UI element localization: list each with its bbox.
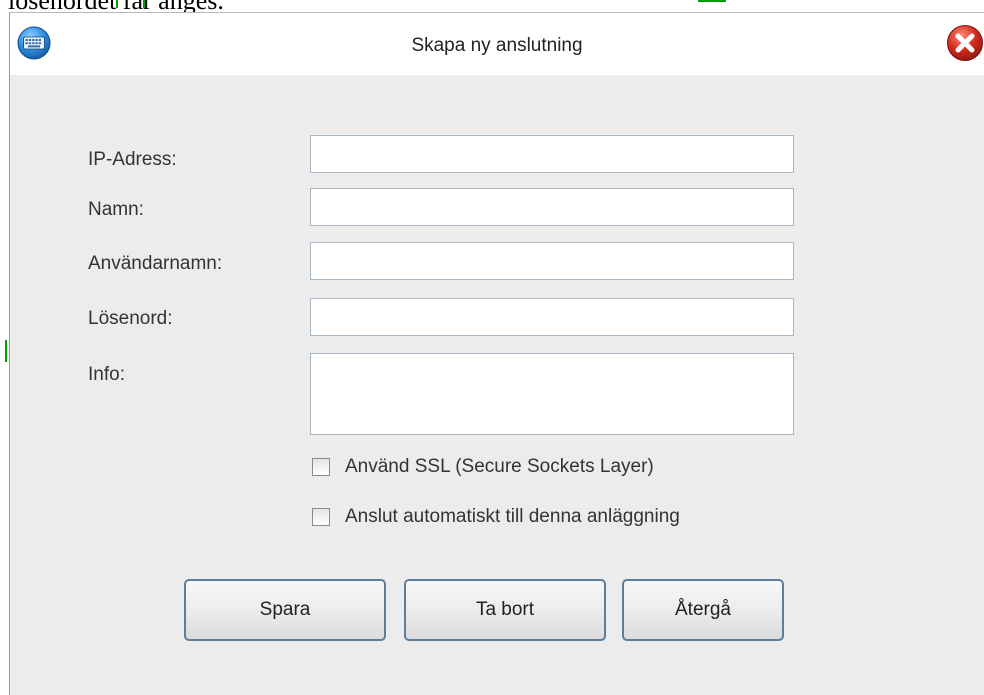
ip-address-label: IP-Adress: <box>88 149 177 170</box>
ssl-checkbox-row[interactable]: Använd SSL (Secure Sockets Layer) <box>312 453 654 481</box>
dialog-title: Skapa ny anslutning <box>411 35 583 56</box>
green-marker <box>698 0 726 2</box>
green-marker <box>116 0 118 8</box>
info-textarea[interactable] <box>310 353 794 435</box>
auto-connect-checkbox[interactable] <box>312 508 330 526</box>
name-input[interactable] <box>310 188 794 226</box>
name-label: Namn: <box>88 199 144 220</box>
auto-connect-checkbox-label: Anslut automatiskt till denna anläggning <box>345 506 680 527</box>
ssl-checkbox-label: Använd SSL (Secure Sockets Layer) <box>345 456 654 477</box>
auto-connect-checkbox-row[interactable]: Anslut automatiskt till denna anläggning <box>312 503 680 531</box>
password-input[interactable] <box>310 298 794 336</box>
ssl-checkbox[interactable] <box>312 458 330 476</box>
close-icon[interactable] <box>946 24 984 62</box>
username-label: Användarnamn: <box>88 253 223 274</box>
ip-address-input[interactable] <box>310 135 794 173</box>
dialog-titlebar: Skapa ny anslutning <box>10 13 984 75</box>
back-button[interactable]: Återgå <box>622 579 784 641</box>
info-label: Info: <box>88 364 125 385</box>
password-label: Lösenord: <box>88 308 173 329</box>
username-input[interactable] <box>310 242 794 280</box>
screenshot-page: lösenordet får anges. Skapa ny anslutnin… <box>0 0 984 695</box>
green-marker <box>143 0 145 8</box>
save-button[interactable]: Spara <box>184 579 386 641</box>
create-connection-dialog: Skapa ny anslutning IP-Adress: Namn: Anv… <box>9 12 984 695</box>
green-marker <box>5 340 7 362</box>
delete-button[interactable]: Ta bort <box>404 579 606 641</box>
